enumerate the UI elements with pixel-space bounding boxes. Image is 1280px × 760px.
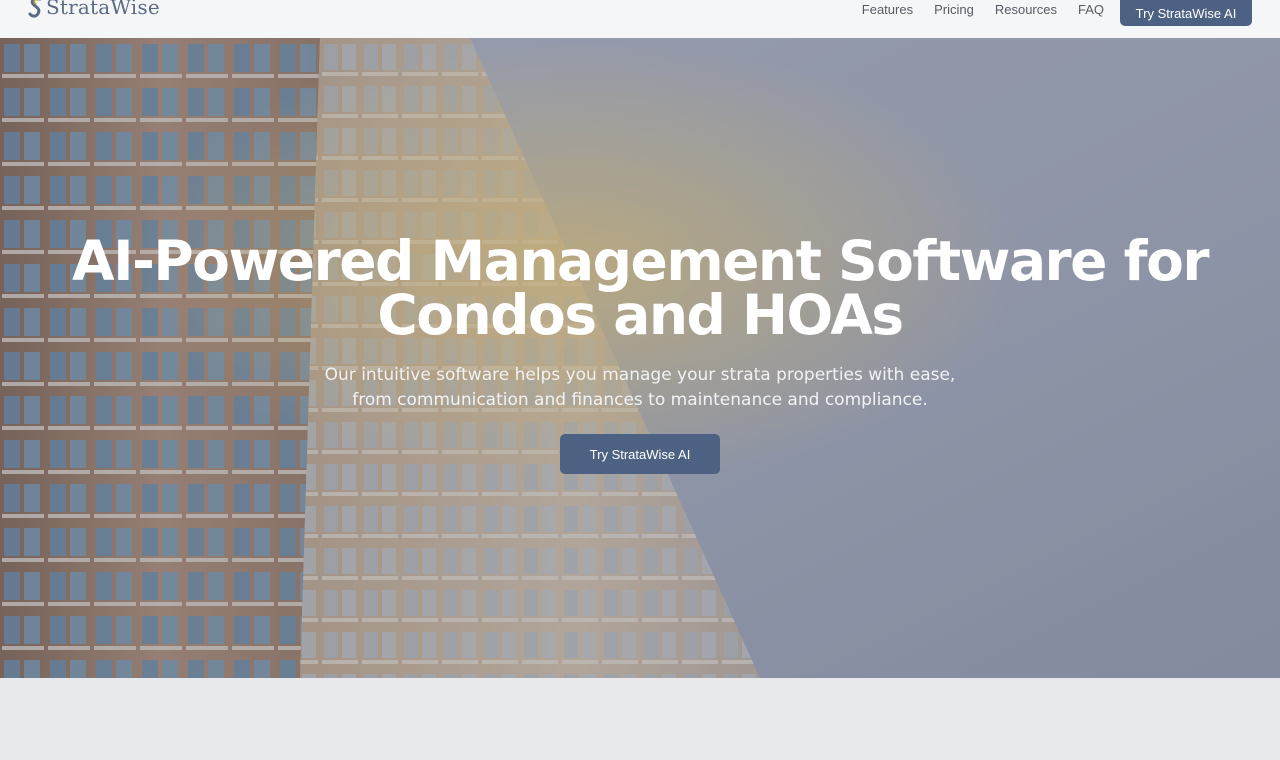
top-navbar: StrataWise Features Pricing Resources FA… (0, 0, 1280, 38)
hero-try-button[interactable]: Try StrataWise AI (560, 434, 720, 474)
hero-title: AI-Powered Management Software for Condo… (0, 234, 1280, 343)
nav-links: Features Pricing Resources FAQ (862, 0, 1104, 18)
brand-name: StrataWise (46, 0, 160, 19)
nav-link-features[interactable]: Features (862, 2, 913, 17)
hero-section: AI-Powered Management Software for Condo… (0, 38, 1280, 678)
brand-logo[interactable]: StrataWise (28, 0, 160, 20)
hero-subtitle-line-1: Our intuitive software helps you manage … (324, 365, 956, 385)
hero-content: AI-Powered Management Software for Condo… (0, 234, 1280, 474)
hero-title-line-2: Condos and HOAs (377, 283, 904, 347)
nav-link-resources[interactable]: Resources (995, 2, 1057, 17)
nav-try-button[interactable]: Try StrataWise AI (1120, 0, 1252, 26)
below-hero-section (0, 678, 1280, 760)
logo-s-icon (28, 0, 42, 18)
hero-subtitle: Our intuitive software helps you manage … (320, 363, 960, 413)
nav-link-pricing[interactable]: Pricing (934, 2, 974, 17)
hero-subtitle-line-2: from communication and finances to maint… (352, 390, 928, 410)
nav-link-faq[interactable]: FAQ (1078, 2, 1104, 17)
